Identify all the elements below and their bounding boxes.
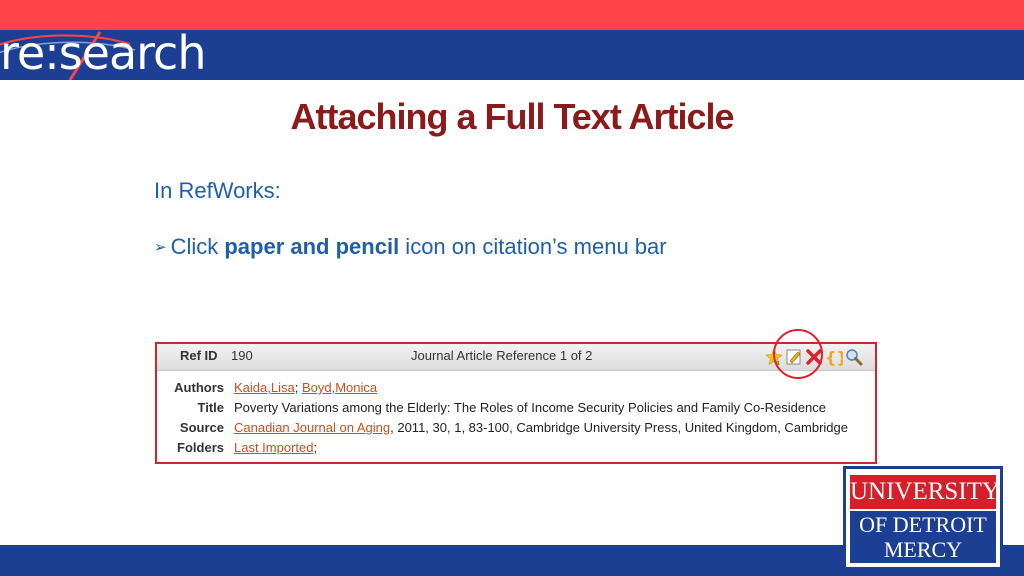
authors-label: Authors — [174, 380, 224, 395]
title-label: Title — [197, 400, 225, 415]
bullet-text-bold: paper and pencil — [224, 234, 400, 259]
research-logo: re:search — [0, 30, 207, 80]
source-details: , 2011, 30, 1, 83-100, Cambridge Univers… — [390, 420, 849, 435]
highlight-circle — [773, 329, 823, 379]
author-link[interactable]: Boyd,Monica — [302, 380, 377, 395]
folder-link[interactable]: Last Imported — [234, 440, 314, 455]
university-logo-line1: UNIVERSITY — [850, 475, 1000, 509]
folders-label: Folders — [177, 440, 224, 455]
instruction-bullet: ➢ Click paper and pencil icon on citation… — [154, 234, 667, 260]
folder-suffix: ; — [313, 440, 318, 455]
university-logo-line3: MERCY — [883, 537, 963, 562]
citation-menu-bar: Ref ID 190 Journal Article Reference 1 o… — [157, 344, 875, 371]
authors-value: Kaida,Lisa; Boyd,Monica — [234, 380, 377, 395]
bullet-arrow-icon: ➢ — [154, 239, 167, 256]
reference-type: Journal Article Reference 1 of 2 — [411, 348, 593, 363]
braces-icon[interactable]: {} — [825, 348, 848, 367]
author-link[interactable]: Kaida,Lisa — [234, 380, 295, 395]
magnifier-icon[interactable] — [845, 348, 863, 366]
university-logo: UNIVERSITY OF DETROIT MERCY — [843, 466, 1003, 570]
source-label: Source — [179, 420, 224, 435]
intro-text: In RefWorks: — [154, 178, 281, 203]
ref-id-label: Ref ID — [180, 348, 218, 363]
reference-screenshot: Ref ID 190 Journal Article Reference 1 o… — [155, 342, 877, 464]
university-logo-line2: OF DETROIT — [859, 512, 987, 537]
top-red-band — [0, 0, 1024, 30]
author-separator: ; — [294, 380, 302, 395]
ref-id-value: 190 — [231, 348, 253, 363]
folders-value: Last Imported; — [234, 440, 317, 455]
bullet-text-pre: Click — [170, 234, 225, 259]
svg-text:{}: {} — [825, 348, 843, 366]
bullet-text-post: icon on citation’s menu bar — [399, 234, 667, 259]
page-title: Attaching a Full Text Article — [290, 96, 734, 137]
source-value: Canadian Journal on Aging, 2011, 30, 1, … — [234, 420, 848, 435]
journal-link[interactable]: Canadian Journal on Aging — [234, 420, 390, 435]
title-value: Poverty Variations among the Elderly: Th… — [234, 400, 827, 415]
university-logo-lower: OF DETROIT MERCY — [850, 511, 996, 563]
header-bar: re:search — [0, 30, 1024, 80]
